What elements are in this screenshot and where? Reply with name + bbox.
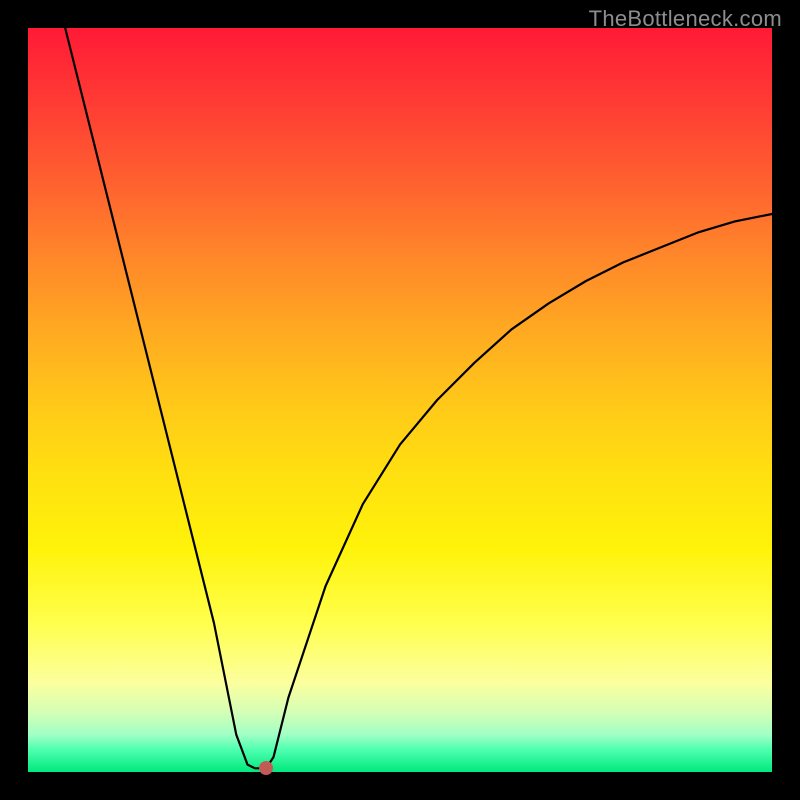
- chart-container: TheBottleneck.com: [0, 0, 800, 800]
- bottleneck-curve: [65, 28, 772, 768]
- curve-svg: [28, 28, 772, 772]
- optimal-point-marker: [259, 761, 273, 775]
- plot-area: [28, 28, 772, 772]
- attribution-label: TheBottleneck.com: [589, 6, 782, 32]
